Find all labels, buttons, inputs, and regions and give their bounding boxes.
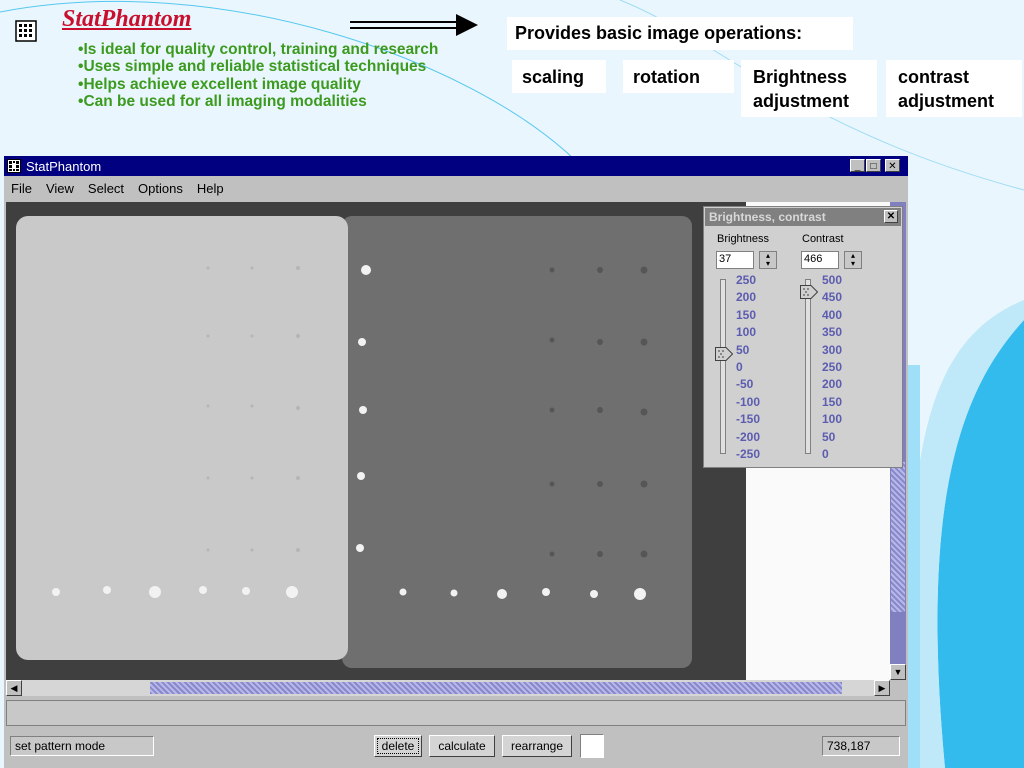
brightness-slider-track[interactable] [720, 279, 726, 454]
contrast-tick-label: 350 [822, 325, 843, 340]
feature-item: Is ideal for quality control, training a… [78, 41, 438, 58]
horizontal-scrollbar[interactable]: ◀ ▶ [6, 680, 890, 696]
menu-select[interactable]: Select [81, 178, 131, 199]
brightness-tick-label: 250 [736, 273, 757, 287]
color-swatch[interactable] [580, 734, 604, 758]
feature-item: Helps achieve excellent image quality [78, 76, 438, 93]
scroll-right-arrow-icon[interactable]: ▶ [874, 680, 890, 696]
vertical-scroll-thumb[interactable] [891, 462, 905, 612]
feature-item: Can be used for all imaging modalities [78, 93, 438, 110]
brightness-tick-label: -100 [736, 394, 761, 409]
callout-brightness: Brightness adjustment [741, 60, 877, 117]
contrast-tick-label: 400 [822, 307, 843, 322]
brightness-tick-label: -200 [736, 429, 761, 444]
window-titlebar[interactable]: StatPhantom _ □ ✕ [4, 156, 908, 176]
menu-options[interactable]: Options [131, 178, 190, 199]
callout-scaling: scaling [512, 60, 606, 93]
brightness-tick-label: 200 [736, 290, 757, 305]
brightness-contrast-dialog: Brightness, contrast ✕ Brightness Contra… [703, 206, 903, 468]
contrast-tick-label: 50 [822, 429, 836, 444]
dialog-titlebar[interactable]: Brightness, contrast ✕ [705, 208, 901, 226]
brightness-slider-thumb[interactable] [715, 347, 733, 362]
double-arrow-right-icon [350, 14, 478, 36]
dialog-title: Brightness, contrast [709, 210, 826, 224]
callout-brightness-line1: Brightness [753, 67, 848, 87]
callout-contrast: contrast adjustment [886, 60, 1022, 117]
contrast-slider-track[interactable] [805, 279, 811, 454]
mode-field: set pattern mode [10, 736, 154, 756]
status-bar [6, 700, 906, 726]
calculate-button[interactable]: calculate [429, 735, 495, 757]
rearrange-button[interactable]: rearrange [502, 735, 572, 757]
dialog-close-icon[interactable]: ✕ [884, 210, 898, 223]
close-button[interactable]: ✕ [885, 159, 900, 172]
app-window-icon [7, 159, 21, 173]
callout-provides: Provides basic image operations: [507, 17, 853, 50]
brightness-tick-label: -150 [736, 412, 761, 427]
maximize-button[interactable]: □ [866, 159, 881, 172]
window-title: StatPhantom [26, 159, 102, 174]
menu-file[interactable]: File [4, 178, 39, 199]
scroll-down-arrow-icon[interactable]: ▼ [890, 664, 906, 680]
contrast-ticks: 500 450 400 350 300 250 200 150 100 50 0 [822, 272, 842, 463]
contrast-tick-label: 250 [822, 360, 843, 375]
menu-bar: File View Select Options Help [4, 178, 908, 200]
contrast-tick-label: 450 [822, 290, 843, 305]
menu-help[interactable]: Help [190, 178, 231, 199]
contrast-tick-label: 0 [822, 447, 829, 462]
contrast-tick-label: 100 [822, 412, 843, 427]
feature-item: Uses simple and reliable statistical tec… [78, 58, 438, 75]
brightness-tick-label: 50 [736, 342, 750, 357]
scroll-left-arrow-icon[interactable]: ◀ [6, 680, 22, 696]
callout-contrast-line1: contrast [898, 67, 970, 87]
contrast-slider-thumb[interactable] [800, 284, 818, 299]
delete-button[interactable]: delete [374, 735, 422, 757]
brightness-input[interactable]: 37 [716, 251, 754, 269]
contrast-label: Contrast [802, 233, 844, 245]
minimize-button[interactable]: _ [850, 159, 865, 172]
brightness-tick-label: 100 [736, 325, 757, 340]
brightness-spinner[interactable]: ▴ ▾ [759, 251, 777, 269]
callout-contrast-line2: adjustment [898, 91, 995, 111]
callout-rotation: rotation [623, 60, 734, 93]
page-title: StatPhantom [62, 6, 192, 32]
contrast-tick-label: 500 [822, 273, 843, 287]
contrast-input[interactable]: 466 [801, 251, 839, 269]
brightness-tick-label: -50 [736, 377, 754, 392]
menu-view[interactable]: View [39, 178, 81, 199]
brightness-tick-label: 150 [736, 307, 757, 322]
callout-brightness-line2: adjustment [753, 91, 850, 111]
brightness-tick-label: -250 [736, 447, 761, 462]
brightness-label: Brightness [717, 233, 769, 245]
contrast-tick-label: 300 [822, 342, 843, 357]
coordinates-field: 738,187 [822, 736, 900, 756]
bottom-toolbar: set pattern mode delete calculate rearra… [4, 730, 908, 768]
feature-list: Is ideal for quality control, training a… [78, 41, 438, 110]
contrast-spinner[interactable]: ▴ ▾ [844, 251, 862, 269]
brightness-tick-label: 0 [736, 360, 743, 375]
grid-icon [15, 20, 37, 42]
contrast-tick-label: 150 [822, 394, 843, 409]
brightness-ticks: 250 200 150 100 50 0 -50 -100 -150 -200 … [736, 272, 760, 463]
horizontal-scroll-thumb[interactable] [150, 682, 842, 694]
contrast-tick-label: 200 [822, 377, 843, 392]
